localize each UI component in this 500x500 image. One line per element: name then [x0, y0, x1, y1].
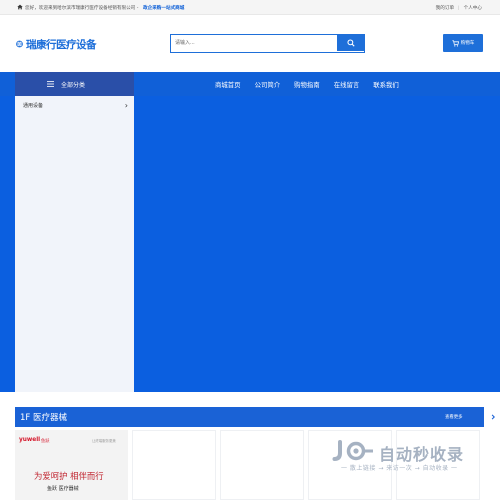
nav-guide[interactable]: 购物指南 — [294, 80, 320, 89]
view-more-arrow-icon[interactable] — [487, 411, 498, 422]
view-more-link[interactable]: 查看更多 — [445, 414, 463, 420]
search-icon — [346, 39, 355, 47]
chevron-right-icon: › — [124, 101, 128, 110]
nav-links: 商城首页 公司简介 购物指南 在线留言 联系我们 — [215, 72, 413, 96]
cart-label: 购物车 — [460, 41, 475, 46]
watermark-logo-icon — [332, 440, 373, 461]
welcome-text: 您好，欢迎来到哈尔滨市瑞康行医疗设备经销有限公司 - — [25, 5, 139, 11]
category-item-label: 通用设备 — [23, 103, 44, 109]
my-orders-link[interactable]: 我的订单 — [436, 5, 454, 11]
logo-icon — [16, 40, 23, 48]
nav-home[interactable]: 商城首页 — [215, 80, 241, 89]
cart-icon — [451, 39, 459, 47]
menu-icon — [47, 81, 54, 87]
user-links: 我的订单 | 个人中心 — [436, 5, 482, 11]
watermark-subtext: 一 散上链接 → 来访一次 → 自动收录 一 — [341, 465, 458, 472]
home-icon[interactable] — [17, 4, 23, 10]
product-card[interactable] — [220, 430, 304, 500]
floor-title: 1F 医疗器械 — [20, 413, 67, 423]
divider: | — [458, 5, 460, 11]
watermark: 自动秒收录 一 散上链接 → 来访一次 → 自动收录 一 — [331, 440, 491, 480]
search-box — [170, 34, 365, 53]
category-panel: 通用设备 › — [15, 96, 134, 392]
all-categories-header[interactable]: 全部分类 — [15, 72, 134, 96]
nav-about[interactable]: 公司简介 — [255, 80, 281, 89]
top-bar: 您好，欢迎来到哈尔滨市瑞康行医疗设备经销有限公司 - 政企采购一站式商城 我的订… — [0, 0, 500, 15]
user-center-link[interactable]: 个人中心 — [464, 5, 482, 11]
header: 瑞康行医疗设备 购物车 — [0, 15, 500, 72]
search-button[interactable] — [337, 35, 364, 51]
site-logo[interactable]: 瑞康行医疗设备 — [16, 35, 97, 53]
logo-text: 瑞康行医疗设备 — [26, 38, 97, 51]
nav-contact[interactable]: 联系我们 — [373, 80, 399, 89]
watermark-text: 自动秒收录 — [379, 445, 465, 464]
floor-header: 1F 医疗器械 查看更多 — [15, 407, 498, 427]
chevron-right-icon — [491, 414, 495, 419]
category-item-general-equipment[interactable]: 通用设备 › — [23, 101, 128, 112]
all-categories-label: 全部分类 — [61, 81, 86, 89]
slogan-link[interactable]: 政企采购一站式商城 — [143, 5, 184, 11]
search-input[interactable] — [171, 35, 337, 51]
cart-button[interactable]: 购物车 — [443, 34, 483, 52]
product-card[interactable] — [132, 430, 216, 500]
nav-message[interactable]: 在线留言 — [334, 80, 360, 89]
